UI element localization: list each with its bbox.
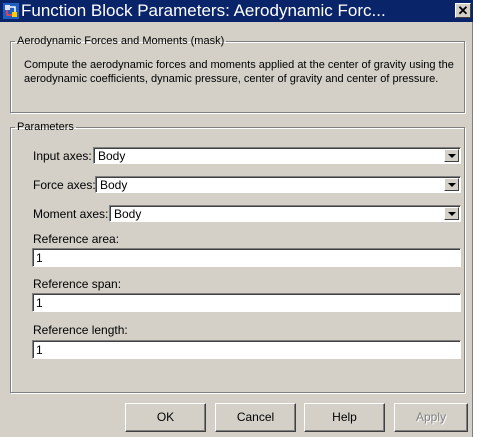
mask-description: Compute the aerodynamic forces and momen… bbox=[24, 59, 454, 85]
close-icon: ✕ bbox=[457, 3, 469, 18]
input-axes-label: Input axes: bbox=[33, 149, 92, 163]
reference-area-input[interactable] bbox=[32, 248, 461, 267]
apply-button: Apply bbox=[394, 403, 468, 432]
reference-span-label: Reference span: bbox=[33, 277, 122, 291]
window-title: Function Block Parameters: Aerodynamic F… bbox=[21, 1, 386, 20]
moment-axes-value: Body bbox=[114, 207, 142, 221]
title-bar[interactable]: Function Block Parameters: Aerodynamic F… bbox=[0, 0, 473, 22]
chevron-down-icon[interactable] bbox=[444, 178, 459, 191]
force-axes-label: Force axes: bbox=[33, 178, 96, 192]
input-axes-value: Body bbox=[98, 149, 126, 163]
input-axes-select[interactable]: Body bbox=[93, 147, 461, 164]
force-axes-value: Body bbox=[100, 178, 128, 192]
cancel-button[interactable]: Cancel bbox=[215, 403, 296, 432]
reference-area-label: Reference area: bbox=[33, 232, 120, 246]
reference-length-input[interactable] bbox=[32, 340, 461, 359]
chevron-down-icon[interactable] bbox=[444, 149, 459, 162]
reference-length-label: Reference length: bbox=[33, 323, 128, 337]
moment-axes-select[interactable]: Body bbox=[109, 205, 461, 222]
dialog-window: Function Block Parameters: Aerodynamic F… bbox=[0, 0, 473, 437]
mask-legend: Aerodynamic Forces and Moments (mask) bbox=[17, 35, 225, 47]
parameters-legend: Parameters bbox=[17, 121, 74, 133]
chevron-down-icon[interactable] bbox=[444, 207, 459, 220]
help-button[interactable]: Help bbox=[304, 403, 385, 432]
close-button[interactable]: ✕ bbox=[455, 3, 471, 18]
force-axes-select[interactable]: Body bbox=[95, 176, 461, 193]
ok-button[interactable]: OK bbox=[125, 403, 206, 432]
reference-span-input[interactable] bbox=[32, 293, 461, 312]
moment-axes-label: Moment axes: bbox=[33, 207, 109, 221]
simulink-block-icon bbox=[3, 3, 19, 19]
